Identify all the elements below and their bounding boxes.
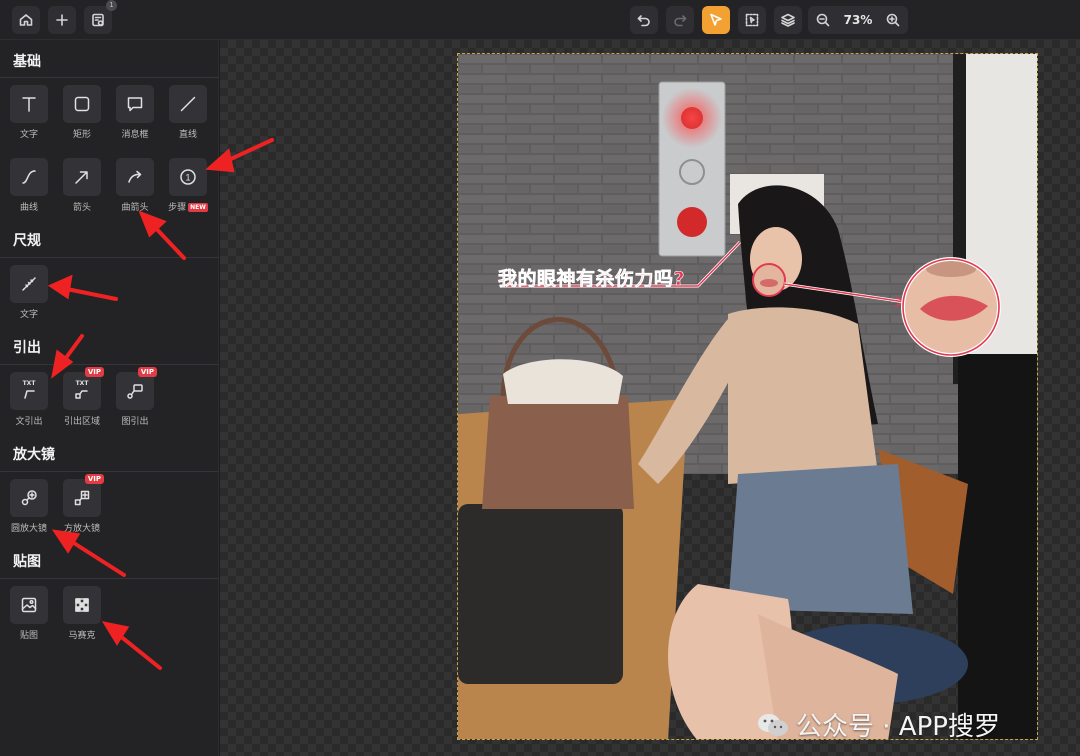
top-toolbar: 1 73% (0, 0, 1080, 40)
tool-sidebar: 基础 文字 矩形 消息框 直线 曲线 箭头 曲箭头 1 步骤 NEW 尺规 文字… (0, 40, 219, 756)
image-callout-icon (127, 384, 143, 399)
zoom-out-button[interactable] (815, 12, 831, 28)
line-icon (180, 96, 196, 112)
section-title-callout: 引出 (13, 340, 41, 356)
tool-image-sticker[interactable]: 贴图 (3, 586, 55, 641)
tool-label: 箭头 (72, 203, 91, 213)
wechat-icon (758, 713, 788, 736)
tool-text[interactable]: 文字 (3, 85, 55, 140)
divider (0, 257, 219, 258)
tool-label: 贴图 (19, 631, 38, 641)
tool-label: 马赛克 (68, 631, 96, 641)
tool-ruler[interactable]: 文字 (3, 265, 55, 320)
tool-label: 曲箭头 (121, 203, 149, 213)
tool-label: 图引出 (121, 417, 149, 427)
tool-step[interactable]: 1 步骤 NEW (162, 158, 214, 213)
tool-label: 方放大镜 (63, 524, 100, 534)
svg-text:1: 1 (185, 173, 190, 183)
curve-icon (22, 170, 36, 184)
vip-badge: VIP (137, 367, 157, 377)
section-title-basic: 基础 (13, 54, 41, 70)
tool-label: 矩形 (72, 130, 91, 140)
crop-select-icon (745, 13, 759, 27)
tool-label: 文引出 (15, 417, 43, 427)
zoom-control: 73% (808, 6, 908, 34)
redo-icon (674, 15, 687, 27)
watermark: 公众号 · APP搜罗 (756, 706, 1000, 740)
section-title-sticker: 贴图 (13, 554, 41, 570)
tool-mosaic[interactable]: 马赛克 (56, 586, 108, 641)
layers-icon (781, 13, 795, 27)
tool-area-callout[interactable]: TXT VIP 引出区域 (56, 367, 108, 427)
tool-label: 直线 (178, 130, 197, 140)
arrow-icon (75, 171, 88, 184)
editor-canvas[interactable]: 我的眼神有杀伤力吗? 公众号 · APP搜罗 (220, 40, 1080, 756)
new-badge: NEW (188, 203, 208, 212)
zoom-in-icon (886, 13, 900, 27)
app-window: 1 73% 基础 文字 矩形 消息框 直线 曲线 箭头 曲箭头 1 步骤 NEW… (0, 0, 1080, 756)
tool-curved-arrow[interactable]: 曲箭头 (109, 158, 161, 213)
rectangle-icon (74, 96, 90, 112)
image-sticker-icon (21, 597, 37, 613)
new-button[interactable] (48, 6, 76, 34)
select-pointer-icon (710, 13, 722, 26)
undo-icon (637, 15, 650, 27)
tool-arrow[interactable]: 箭头 (56, 158, 108, 213)
tool-curve[interactable]: 曲线 (3, 158, 55, 213)
tool-square-magnifier[interactable]: VIP 方放大镜 (56, 474, 108, 534)
callout-annotation-text[interactable]: 我的眼神有杀伤力吗? (498, 264, 685, 291)
mosaic-icon (75, 598, 89, 612)
history-badge: 1 (106, 0, 117, 11)
speech-bubble-icon (127, 97, 143, 112)
square-magnifier-icon (74, 490, 90, 506)
section-title-magnifier: 放大镜 (13, 447, 55, 463)
tool-rectangle[interactable]: 矩形 (56, 85, 108, 140)
step-number-icon: 1 (180, 169, 196, 185)
circle-magnifier-icon (21, 490, 37, 506)
tool-label: 步骤 (168, 203, 187, 213)
tool-speech-bubble[interactable]: 消息框 (109, 85, 161, 140)
tool-label: 引出区域 (63, 417, 100, 427)
divider (0, 77, 219, 78)
tool-label: 圆放大镜 (10, 524, 47, 534)
mini-label: TXT (75, 380, 89, 387)
ruler-icon (22, 277, 36, 291)
vip-badge: VIP (84, 367, 104, 377)
tool-label: 消息框 (121, 130, 149, 140)
tool-image-callout[interactable]: VIP 图引出 (109, 367, 161, 427)
plus-icon (56, 14, 68, 26)
tool-circle-magnifier[interactable]: 圆放大镜 (3, 479, 55, 534)
photo-scene (458, 54, 1037, 739)
curved-arrow-icon (128, 170, 142, 183)
select-tool-button[interactable] (702, 6, 730, 34)
divider (0, 471, 219, 472)
redo-button[interactable] (666, 6, 694, 34)
history-icon (92, 13, 104, 27)
crop-select-button[interactable] (738, 6, 766, 34)
home-icon (19, 14, 33, 26)
undo-button[interactable] (630, 6, 658, 34)
watermark-text: 公众号 · APP搜罗 (796, 712, 1000, 740)
text-icon (22, 97, 36, 112)
tool-label: 曲线 (19, 203, 38, 213)
section-title-ruler: 尺规 (13, 233, 41, 249)
zoom-in-button[interactable] (885, 12, 901, 28)
home-button[interactable] (12, 6, 40, 34)
tool-label: 文字 (19, 310, 38, 320)
tool-line[interactable]: 直线 (162, 85, 214, 140)
edited-photo[interactable]: 我的眼神有杀伤力吗? 公众号 · APP搜罗 (457, 53, 1038, 740)
divider (0, 578, 219, 579)
zoom-out-icon (816, 13, 830, 27)
zoom-level: 73% (843, 13, 873, 27)
layers-button[interactable] (774, 6, 802, 34)
tool-text-callout[interactable]: TXT 文引出 (3, 372, 55, 427)
tool-label: 文字 (19, 130, 38, 140)
divider (0, 364, 219, 365)
mini-label: TXT (22, 380, 36, 387)
vip-badge: VIP (84, 474, 104, 484)
